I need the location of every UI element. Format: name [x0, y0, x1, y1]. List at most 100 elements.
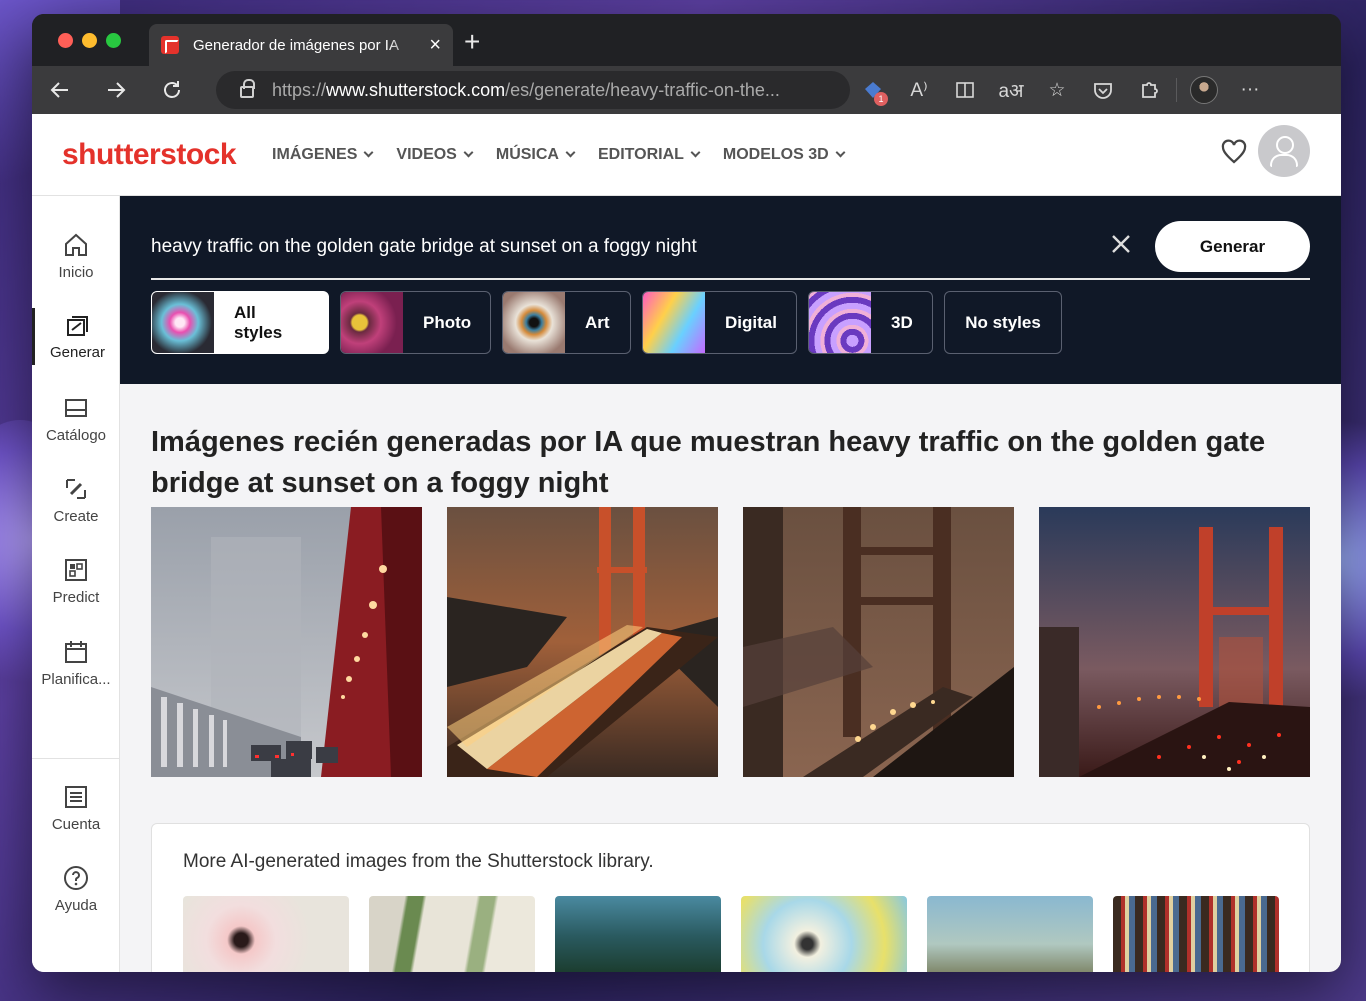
new-tab-button[interactable]: +	[464, 26, 480, 58]
nav-3d-models[interactable]: MODELOS 3D	[723, 146, 846, 164]
sidebar-item-generar[interactable]: Generar	[32, 308, 120, 365]
chevron-down-icon	[835, 147, 846, 158]
art-thumbnail	[503, 292, 565, 353]
tab-title: Generador de imágenes por IA	[193, 36, 399, 54]
generated-image[interactable]	[743, 507, 1014, 777]
close-window-button[interactable]	[58, 33, 73, 48]
digital-thumbnail	[643, 292, 705, 353]
style-chip-digital[interactable]: Digital	[642, 291, 797, 354]
predict-icon	[65, 559, 87, 581]
read-aloud-button[interactable]: A⁾	[896, 66, 942, 114]
prompt-underline	[151, 278, 1310, 280]
heart-icon[interactable]	[1220, 138, 1248, 166]
site-header: shutterstock IMÁGENES VIDEOS MÚSICA EDIT…	[32, 114, 1341, 196]
style-selector: All styles Photo Art Digital 3D No style…	[151, 291, 1062, 354]
sidebar-item-create[interactable]: Create	[32, 476, 120, 525]
more-images-row	[183, 896, 1279, 972]
extension-badge: 1	[874, 92, 888, 106]
reload-button[interactable]	[144, 66, 200, 114]
arrow-right-icon	[108, 82, 126, 98]
star-icon: ☆	[1048, 79, 1066, 101]
close-tab-icon[interactable]: ×	[429, 34, 441, 57]
clear-prompt-icon[interactable]	[1110, 232, 1132, 260]
sidebar-divider	[32, 758, 120, 759]
book-icon	[956, 82, 974, 98]
reload-icon	[164, 81, 180, 98]
maximize-window-button[interactable]	[106, 33, 121, 48]
lock-icon[interactable]	[240, 79, 255, 98]
puzzle-icon	[1142, 82, 1158, 98]
style-chip-art[interactable]: Art	[502, 291, 631, 354]
url-text[interactable]: https://www.shutterstock.com/es/generate…	[272, 80, 780, 101]
sidebar-item-planifica[interactable]: Planifica...	[32, 639, 120, 688]
home-icon	[65, 233, 87, 256]
results-title: Imágenes recién generadas por IA que mue…	[151, 426, 1266, 499]
library-image-thumbnail[interactable]	[1113, 896, 1279, 972]
shutterstock-favicon-icon	[161, 36, 179, 54]
catalog-icon	[65, 399, 87, 417]
nav-images[interactable]: IMÁGENES	[272, 146, 374, 164]
prompt-input[interactable]: heavy traffic on the golden gate bridge …	[151, 236, 697, 258]
sidebar-item-inicio[interactable]: Inicio	[32, 232, 120, 281]
account-icon	[65, 786, 87, 808]
toolbar-separator	[1176, 78, 1177, 102]
minimize-window-button[interactable]	[82, 33, 97, 48]
address-bar[interactable]: https://www.shutterstock.com/es/generate…	[216, 71, 850, 109]
library-image-thumbnail[interactable]	[369, 896, 535, 972]
window-controls	[58, 33, 121, 48]
arrow-left-icon	[50, 82, 68, 98]
generated-image[interactable]	[1039, 507, 1310, 777]
more-options-button[interactable]: ···	[1227, 66, 1273, 114]
chevron-down-icon	[463, 147, 474, 158]
profile-avatar	[1190, 76, 1218, 104]
sidebar-item-cuenta[interactable]: Cuenta	[32, 784, 120, 833]
sidebar-item-predict[interactable]: Predict	[32, 557, 120, 606]
style-chip-no-styles[interactable]: No styles	[944, 291, 1062, 354]
chevron-down-icon	[565, 147, 576, 158]
library-image-thumbnail[interactable]	[555, 896, 721, 972]
calendar-icon	[65, 641, 87, 663]
all-styles-thumbnail	[152, 292, 214, 353]
generated-image[interactable]	[151, 507, 422, 777]
library-image-thumbnail[interactable]	[927, 896, 1093, 972]
browser-window: Generador de imágenes por IA × + https:/…	[32, 14, 1341, 972]
page-content: shutterstock IMÁGENES VIDEOS MÚSICA EDIT…	[32, 114, 1341, 972]
chevron-down-icon	[690, 147, 701, 158]
library-image-thumbnail[interactable]	[741, 896, 907, 972]
toolbar-icons: 1 A⁾ aअ ☆ ···	[850, 66, 1273, 114]
help-icon	[64, 866, 88, 890]
sidebar-item-ayuda[interactable]: Ayuda	[32, 865, 120, 914]
ellipsis-icon: ···	[1240, 79, 1260, 100]
generate-button[interactable]: Generar	[1155, 221, 1310, 272]
more-images-title: More AI-generated images from the Shutte…	[183, 851, 654, 872]
extensions-button[interactable]	[1126, 66, 1172, 114]
back-button[interactable]	[32, 66, 88, 114]
nav-editorial[interactable]: EDITORIAL	[598, 146, 701, 164]
generated-image[interactable]	[447, 507, 718, 777]
forward-button[interactable]	[88, 66, 144, 114]
generator-panel: heavy traffic on the golden gate bridge …	[120, 196, 1341, 384]
nav-music[interactable]: MÚSICA	[496, 146, 576, 164]
translate-button[interactable]: aअ	[988, 66, 1034, 114]
browser-toolbar: https://www.shutterstock.com/es/generate…	[32, 66, 1341, 114]
style-chip-photo[interactable]: Photo	[340, 291, 491, 354]
pocket-button[interactable]	[1080, 66, 1126, 114]
pocket-icon	[1094, 83, 1112, 99]
nav-videos[interactable]: VIDEOS	[396, 146, 474, 164]
generated-images-grid	[151, 507, 1310, 777]
profile-button[interactable]	[1181, 66, 1227, 114]
chevron-down-icon	[363, 147, 374, 158]
immersive-reader-button[interactable]	[942, 66, 988, 114]
shutterstock-logo[interactable]: shutterstock	[62, 138, 237, 172]
generate-icon	[66, 316, 88, 336]
style-chip-3d[interactable]: 3D	[808, 291, 933, 354]
tracking-prevention-button[interactable]: 1	[850, 66, 896, 114]
favorites-button[interactable]: ☆	[1034, 66, 1080, 114]
style-chip-all-styles[interactable]: All styles	[151, 291, 329, 354]
library-image-thumbnail[interactable]	[183, 896, 349, 972]
more-images-card: More AI-generated images from the Shutte…	[151, 823, 1310, 972]
3d-thumbnail	[809, 292, 871, 353]
sidebar-item-catalogo[interactable]: Catálogo	[32, 395, 120, 444]
user-avatar[interactable]	[1258, 125, 1310, 177]
browser-tab[interactable]: Generador de imágenes por IA ×	[149, 24, 453, 66]
